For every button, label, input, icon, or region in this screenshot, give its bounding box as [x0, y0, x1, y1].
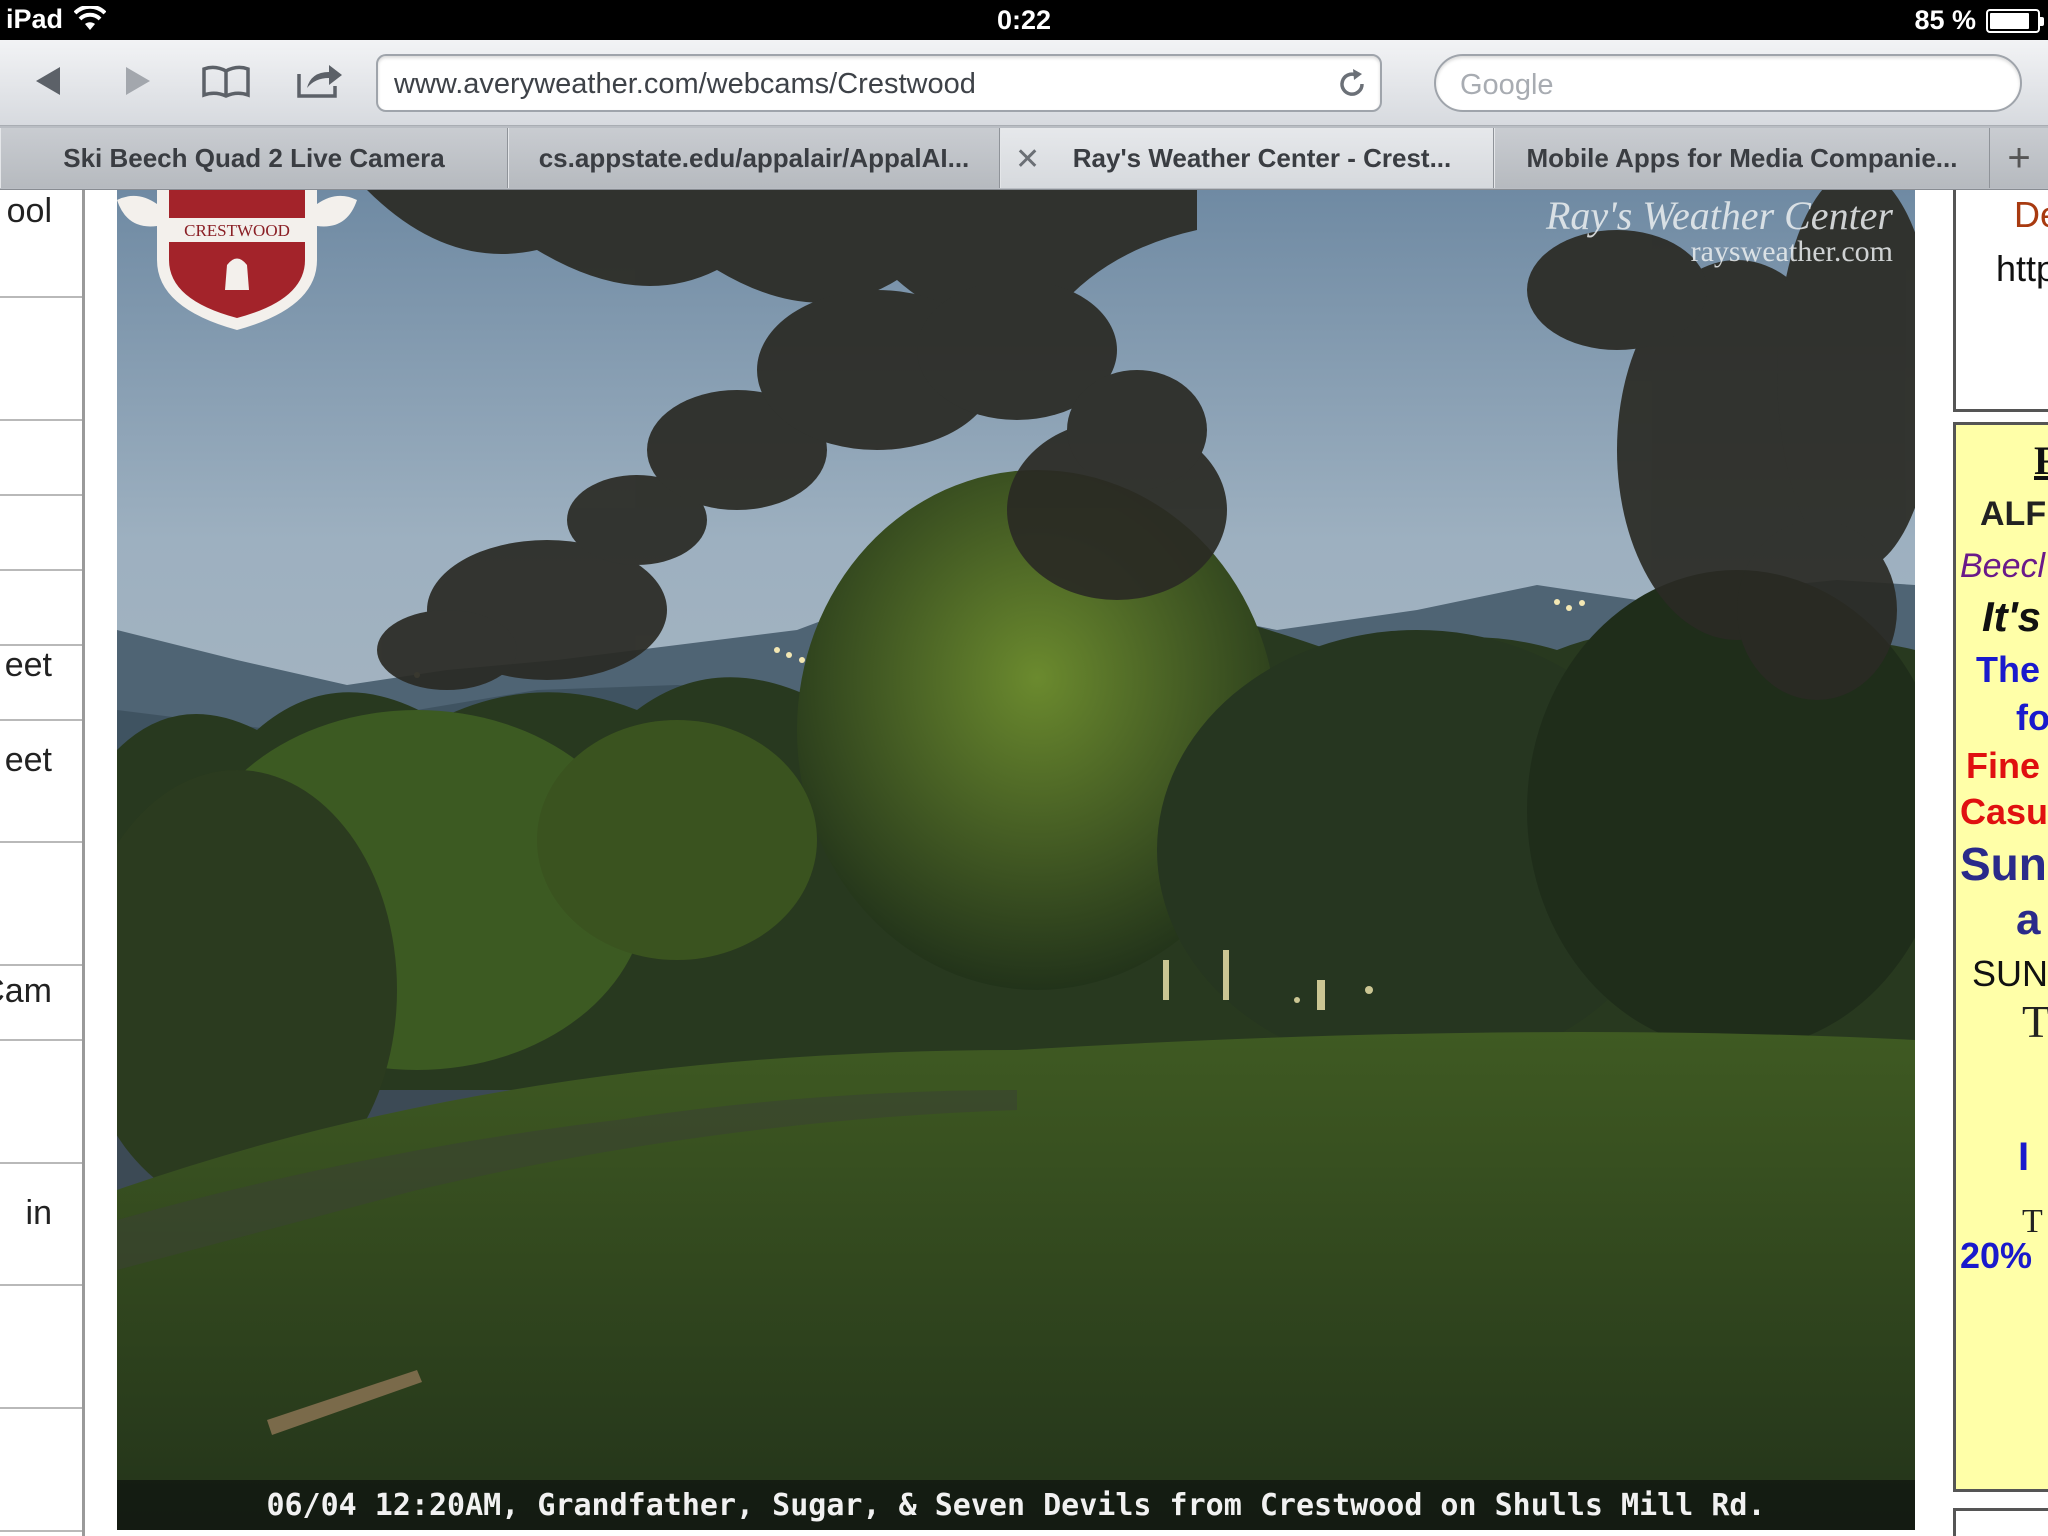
share-icon	[297, 65, 342, 98]
battery-status: 85 %	[1914, 5, 2044, 36]
left-nav-item[interactable]	[0, 496, 82, 571]
ad-line: The	[1976, 649, 2041, 690]
left-nav: ool eet eet Cam in	[0, 190, 85, 1536]
reload-icon[interactable]	[1334, 66, 1370, 102]
ad-line: It's	[1982, 593, 2042, 640]
webcam-image[interactable]: CRESTWOOD Ray's Weather Center raysweath…	[117, 190, 1915, 1530]
tab-ski-beech[interactable]: Ski Beech Quad 2 Live Camera	[0, 128, 508, 188]
crestwood-crest-logo: CRESTWOOD	[117, 190, 357, 330]
left-nav-item[interactable]: in	[0, 1164, 82, 1286]
tab-label: cs.appstate.edu/appalair/AppalAI...	[538, 142, 970, 173]
tab-appstate[interactable]: cs.appstate.edu/appalair/AppalAI...	[508, 128, 1000, 188]
left-nav-item[interactable]	[0, 1409, 82, 1532]
crest-text: CRESTWOOD	[184, 221, 290, 240]
ad-line: 20%	[1960, 1235, 2033, 1276]
tab-label: Ski Beech Quad 2 Live Camera	[63, 142, 445, 173]
ad-line: a	[2016, 895, 2041, 944]
left-nav-item[interactable]: eet	[0, 721, 82, 843]
ad-line: Fine	[1966, 745, 2041, 786]
ad-line: SUN	[1972, 953, 2048, 994]
event-ad[interactable]: F ALF Beecl It's The fo Fine Casu Sun a …	[1953, 422, 2048, 1492]
watermark-url: raysweather.com	[1690, 235, 1893, 268]
ad-line: F	[2034, 437, 2048, 484]
ad-line: fo	[2016, 697, 2048, 738]
search-field[interactable]	[1434, 54, 2022, 112]
webcam-scene	[117, 190, 1915, 1530]
back-arrow-icon	[36, 67, 60, 95]
sidebar-text: De	[2014, 194, 2048, 235]
ad-line: ALF	[1980, 495, 2047, 533]
search-input[interactable]	[1458, 66, 2002, 104]
left-nav-item[interactable]	[0, 1286, 82, 1409]
tab-mobile-apps[interactable]: Mobile Apps for Media Companie...	[1494, 128, 1990, 188]
url-text[interactable]: www.averyweather.com/webcams/Crestwood	[394, 68, 976, 101]
clock: 0:22	[996, 5, 1052, 35]
left-nav-item[interactable]: Cam	[0, 966, 82, 1041]
sidebar-link[interactable]: http	[1996, 248, 2048, 290]
ad-line: Beecl	[1960, 547, 2046, 585]
new-tab-button[interactable]: +	[1989, 128, 2048, 188]
tab-label: Mobile Apps for Media Companie...	[1526, 142, 1958, 173]
webcam-caption: 06/04 12:20AM, Grandfather, Sugar, & Sev…	[117, 1480, 1915, 1530]
tab-rays-weather[interactable]: ✕ Ray's Weather Center - Crest...	[1000, 128, 1494, 188]
right-sidebar: De http F ALF Beecl It's The fo Fine Cas…	[1953, 190, 2048, 1536]
forward-button[interactable]	[108, 56, 168, 106]
forward-arrow-icon	[126, 67, 150, 95]
sidebar-box	[1953, 1508, 2048, 1536]
battery-icon	[1986, 8, 2044, 33]
browser-toolbar: www.averyweather.com/webcams/Crestwood	[0, 40, 2048, 126]
status-bar: iPad 0:22 85 %	[0, 0, 2048, 40]
battery-percent: 85 %	[1914, 5, 1976, 35]
left-nav-item[interactable]	[0, 298, 82, 421]
tab-label: Ray's Weather Center - Crest...	[1072, 142, 1452, 173]
share-button[interactable]	[290, 56, 350, 106]
back-button[interactable]	[18, 56, 78, 106]
watermark-brand: Ray's Weather Center	[1545, 193, 1893, 238]
left-nav-item[interactable]	[0, 1041, 82, 1164]
sidebar-box: De http	[1953, 190, 2048, 412]
left-nav-item[interactable]: eet	[0, 646, 82, 721]
ad-line: T	[2022, 996, 2048, 1047]
ad-line: I	[2018, 1135, 2030, 1179]
left-nav-item[interactable]: ool	[0, 190, 82, 298]
bookmarks-button[interactable]	[196, 56, 256, 106]
webcam-watermark: Ray's Weather Center raysweather.com	[1546, 192, 1893, 269]
web-page: ool eet eet Cam in	[0, 190, 2048, 1536]
bookmarks-book-icon	[202, 65, 250, 98]
tab-bar: Ski Beech Quad 2 Live Camera cs.appstate…	[0, 126, 2048, 190]
close-tab-icon[interactable]: ✕	[1015, 142, 1040, 177]
ad-line: Sun	[1960, 838, 2047, 890]
left-nav-item[interactable]	[0, 421, 82, 496]
left-nav-item[interactable]	[0, 843, 82, 966]
ad-line: Casu	[1960, 791, 2048, 832]
left-nav-item[interactable]	[0, 571, 82, 646]
address-bar[interactable]: www.averyweather.com/webcams/Crestwood	[376, 54, 1382, 112]
